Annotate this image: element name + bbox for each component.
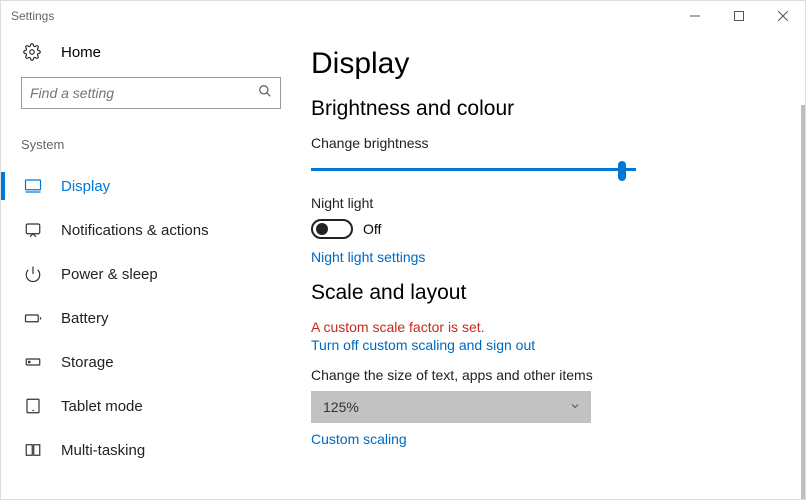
toggle-knob <box>316 223 328 235</box>
nightlight-toggle[interactable] <box>311 219 353 239</box>
window-title: Settings <box>11 9 54 23</box>
brightness-slider[interactable] <box>311 159 636 181</box>
sidebar-item-storage[interactable]: Storage <box>1 340 301 384</box>
brightness-label: Change brightness <box>311 135 775 151</box>
sidebar-item-notifications[interactable]: Notifications & actions <box>1 208 301 252</box>
home-label: Home <box>61 44 101 61</box>
battery-icon <box>23 309 43 327</box>
close-button[interactable] <box>761 1 805 31</box>
search-icon <box>258 84 272 103</box>
titlebar: Settings <box>1 1 805 31</box>
chevron-down-icon <box>569 399 581 415</box>
search-input[interactable] <box>30 85 258 101</box>
scale-section-title: Scale and layout <box>311 281 775 305</box>
sidebar-item-label: Notifications & actions <box>61 222 209 239</box>
page-title: Display <box>311 47 775 81</box>
sidebar-item-label: Battery <box>61 310 109 327</box>
storage-icon <box>23 353 43 371</box>
sidebar-item-label: Multi-tasking <box>61 442 145 459</box>
category-label: System <box>1 129 301 164</box>
search-box[interactable] <box>21 77 281 109</box>
gear-icon <box>23 43 43 61</box>
sidebar-item-multitasking[interactable]: Multi-tasking <box>1 428 301 472</box>
brightness-section-title: Brightness and colour <box>311 97 775 121</box>
scaling-dropdown[interactable]: 125% <box>311 391 591 423</box>
slider-track <box>311 168 636 171</box>
minimize-button[interactable] <box>673 1 717 31</box>
slider-thumb[interactable] <box>618 161 626 181</box>
main-panel: Display Brightness and colour Change bri… <box>301 31 805 499</box>
tablet-icon <box>23 397 43 415</box>
sidebar-item-battery[interactable]: Battery <box>1 296 301 340</box>
turnoff-scaling-link[interactable]: Turn off custom scaling and sign out <box>311 337 775 353</box>
nightlight-state: Off <box>363 221 381 237</box>
nightlight-label: Night light <box>311 195 775 211</box>
scaling-value: 125% <box>323 399 359 415</box>
home-button[interactable]: Home <box>1 31 301 73</box>
window-controls <box>673 1 805 31</box>
notifications-icon <box>23 221 43 239</box>
scrollbar[interactable] <box>801 105 805 499</box>
sidebar-item-label: Display <box>61 178 110 195</box>
sidebar-item-label: Power & sleep <box>61 266 158 283</box>
text-size-label: Change the size of text, apps and other … <box>311 367 775 383</box>
custom-scaling-link[interactable]: Custom scaling <box>311 431 775 447</box>
nightlight-settings-link[interactable]: Night light settings <box>311 249 775 265</box>
scale-warning: A custom scale factor is set. <box>311 319 775 335</box>
sidebar-item-label: Tablet mode <box>61 398 143 415</box>
sidebar-item-tablet[interactable]: Tablet mode <box>1 384 301 428</box>
monitor-icon <box>23 177 43 195</box>
sidebar-item-display[interactable]: Display <box>1 164 301 208</box>
sidebar-item-label: Storage <box>61 354 114 371</box>
sidebar: Home System Display Notifications & acti… <box>1 31 301 499</box>
multitasking-icon <box>23 441 43 459</box>
maximize-button[interactable] <box>717 1 761 31</box>
sidebar-item-power[interactable]: Power & sleep <box>1 252 301 296</box>
power-icon <box>23 265 43 283</box>
